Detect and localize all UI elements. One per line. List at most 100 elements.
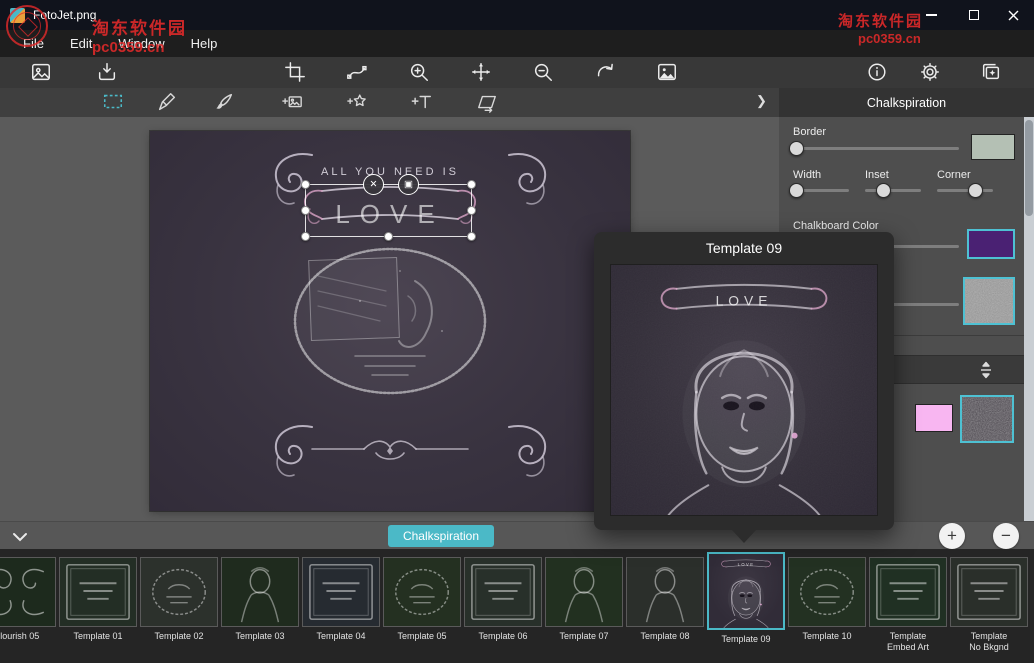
titlebar: FotoJet.png bbox=[0, 0, 1034, 30]
thumbnail-template-04[interactable]: Template 04 bbox=[302, 557, 380, 654]
remove-selection-button[interactable]: ✕ bbox=[363, 174, 384, 195]
menubar: File Edit Window Help bbox=[0, 30, 1034, 57]
zoom-out-tool-icon[interactable] bbox=[532, 61, 554, 83]
marquee-select-icon[interactable] bbox=[102, 91, 124, 113]
open-image-icon[interactable] bbox=[30, 61, 52, 83]
crop-icon[interactable] bbox=[284, 61, 306, 83]
maximize-button[interactable] bbox=[957, 0, 991, 30]
toolbar-overflow-chevron-icon[interactable]: ❯ bbox=[756, 93, 767, 109]
inset-slider-knob[interactable] bbox=[876, 183, 891, 198]
collapse-strip-chevron-icon[interactable] bbox=[12, 530, 28, 541]
canvas-artboard[interactable]: ALL YOU NEED IS LOVE bbox=[150, 131, 630, 511]
corner-label: Corner bbox=[937, 169, 971, 181]
main-toolbar bbox=[0, 57, 1034, 88]
app-icon bbox=[10, 8, 25, 23]
thumbnail-template-06[interactable]: Template 06 bbox=[464, 557, 542, 654]
move-tool-icon[interactable] bbox=[470, 61, 492, 83]
info-icon[interactable] bbox=[866, 61, 888, 83]
zoom-in-tool-icon[interactable] bbox=[408, 61, 430, 83]
corner-slider-track[interactable] bbox=[937, 189, 993, 192]
thumbnail-label: Template 03 bbox=[221, 631, 299, 642]
thumbnail-template-10[interactable]: Template 10 bbox=[788, 557, 866, 654]
thumbnail-label: Template Embed Art bbox=[869, 631, 947, 654]
panel-expand-icon[interactable] bbox=[977, 361, 995, 379]
thumbnail-template-03[interactable]: Template 03 bbox=[221, 557, 299, 654]
corner-slider-knob[interactable] bbox=[968, 183, 983, 198]
chalkboard-color-swatch[interactable] bbox=[967, 229, 1015, 259]
border-slider-knob[interactable] bbox=[789, 141, 804, 156]
thumbnail-label: Template 10 bbox=[788, 631, 866, 642]
thumbnail-label: Template 04 bbox=[302, 631, 380, 642]
popup-preview-image bbox=[610, 264, 878, 516]
inset-slider-track[interactable] bbox=[865, 189, 921, 192]
resize-handle-mid-right[interactable] bbox=[467, 206, 476, 215]
curve-tool-icon[interactable] bbox=[346, 61, 368, 83]
dark-texture-swatch[interactable] bbox=[960, 395, 1014, 443]
border-color-swatch[interactable] bbox=[971, 134, 1015, 160]
sub-toolbar: ❯ Chalkspiration bbox=[0, 88, 1034, 117]
redo-icon[interactable] bbox=[594, 61, 616, 83]
panel-scrollbar[interactable] bbox=[1024, 117, 1034, 521]
thumbnail-label: Flourish 05 bbox=[0, 631, 56, 642]
resize-handle-mid-left[interactable] bbox=[301, 206, 310, 215]
thumbnail-label: Template No Bkgnd bbox=[950, 631, 1028, 654]
pink-color-swatch[interactable] bbox=[915, 404, 953, 432]
border-slider-track[interactable] bbox=[793, 147, 959, 150]
resize-handle-bottom-mid[interactable] bbox=[384, 232, 393, 241]
chalk-texture-swatch[interactable] bbox=[963, 277, 1015, 325]
thumbnail-template-09-selected[interactable]: Template 09 bbox=[707, 557, 785, 654]
pen-tool-icon[interactable] bbox=[156, 91, 178, 113]
photo-adjust-icon[interactable] bbox=[656, 61, 678, 83]
resize-handle-top-right[interactable] bbox=[467, 180, 476, 189]
menu-window[interactable]: Window bbox=[105, 30, 177, 57]
thumbnail-template-02[interactable]: Template 02 bbox=[140, 557, 218, 654]
thumbnail-label: Template 05 bbox=[383, 631, 461, 642]
zoom-in-button[interactable]: + bbox=[939, 523, 965, 549]
settings-gear-icon[interactable] bbox=[919, 61, 941, 83]
headline-text: ALL YOU NEED IS bbox=[321, 166, 459, 178]
add-clipart-icon[interactable] bbox=[346, 91, 368, 113]
thumbnail-template-no-bkgnd[interactable]: Template No Bkgnd bbox=[950, 557, 1028, 654]
resize-handle-top-left[interactable] bbox=[301, 180, 310, 189]
close-button[interactable] bbox=[996, 0, 1030, 30]
resize-handle-bottom-left[interactable] bbox=[301, 232, 310, 241]
menu-help[interactable]: Help bbox=[178, 30, 231, 57]
window-title: FotoJet.png bbox=[33, 8, 96, 22]
template-list: Flourish 05 Template 01 Template 02 Temp… bbox=[0, 557, 1028, 654]
resize-handle-bottom-right[interactable] bbox=[467, 232, 476, 241]
thumbnail-template-07[interactable]: Template 07 bbox=[545, 557, 623, 654]
scrollbar-thumb[interactable] bbox=[1025, 120, 1033, 216]
thumbnail-template-05[interactable]: Template 05 bbox=[383, 557, 461, 654]
thumbnail-template-embed-art[interactable]: Template Embed Art bbox=[869, 557, 947, 654]
brush-tool-icon[interactable] bbox=[213, 91, 235, 113]
thumbnail-label: Template 08 bbox=[626, 631, 704, 642]
add-image-icon[interactable] bbox=[281, 91, 303, 113]
swap-template-icon[interactable] bbox=[476, 91, 498, 113]
panel-header-title: Chalkspiration bbox=[779, 88, 1034, 117]
category-chalkspiration-button[interactable]: Chalkspiration bbox=[388, 525, 494, 547]
thumbnail-label: Template 07 bbox=[545, 631, 623, 642]
save-export-icon[interactable] bbox=[96, 61, 118, 83]
width-label: Width bbox=[793, 169, 821, 181]
thumbnail-template-08[interactable]: Template 08 bbox=[626, 557, 704, 654]
thumbnail-template-01[interactable]: Template 01 bbox=[59, 557, 137, 654]
chalkboard-color-label: Chalkboard Color bbox=[793, 220, 879, 232]
add-text-icon[interactable] bbox=[411, 91, 433, 113]
edit-selection-button[interactable]: ▣ bbox=[398, 174, 419, 195]
menu-edit[interactable]: Edit bbox=[57, 30, 105, 57]
selection-box[interactable]: ✕ ▣ bbox=[305, 184, 472, 237]
width-slider-knob[interactable] bbox=[789, 183, 804, 198]
inset-label: Inset bbox=[865, 169, 889, 181]
template-preview-popup: Template 09 bbox=[594, 232, 894, 530]
thumbnail-label: Template 02 bbox=[140, 631, 218, 642]
thumbnail-label: Template 09 bbox=[707, 634, 785, 645]
border-label: Border bbox=[793, 126, 826, 138]
popup-title: Template 09 bbox=[594, 240, 894, 256]
thumbnail-flourish-05[interactable]: Flourish 05 bbox=[0, 557, 56, 654]
effects-icon[interactable] bbox=[980, 61, 1002, 83]
zoom-out-button[interactable]: − bbox=[993, 523, 1019, 549]
minimize-button[interactable] bbox=[914, 0, 948, 30]
menu-file[interactable]: File bbox=[10, 30, 57, 57]
fotojet-app-window: LOVE FotoJet.png File Edit Window Help bbox=[0, 0, 1034, 663]
thumbnail-label: Template 06 bbox=[464, 631, 542, 642]
